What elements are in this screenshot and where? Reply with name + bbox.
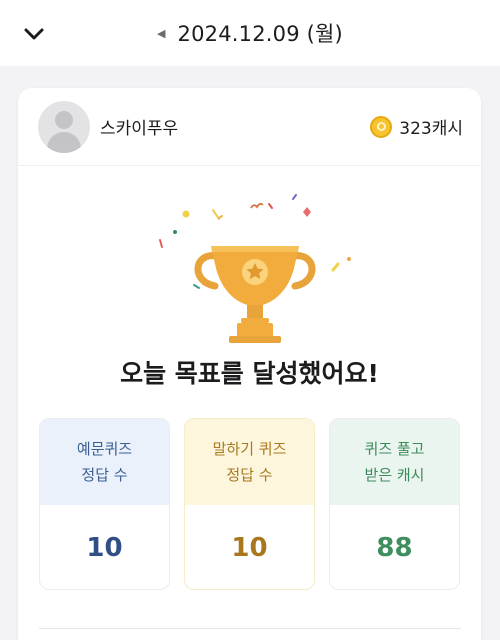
collapse-button[interactable]	[20, 20, 48, 48]
username: 스카이푸우	[100, 119, 179, 139]
stat-value: 10	[86, 533, 123, 563]
stat-card-earned-cash: 퀴즈 풀고 받은 캐시 88	[329, 418, 460, 590]
stat-label-line2: 정답 수	[226, 466, 273, 484]
stat-label-line1: 말하기 퀴즈	[212, 440, 287, 458]
stat-value: 10	[231, 533, 268, 563]
avatar	[38, 100, 90, 153]
stat-label-line2: 받은 캐시	[364, 466, 425, 484]
divider	[39, 628, 461, 629]
stat-label: 예문퀴즈 정답 수	[40, 419, 169, 505]
daily-goal-card: 스카이푸우 323캐시 오늘 목표를 달성했어요! 예문퀴즈 정답 수 10 말…	[18, 88, 481, 640]
goal-achieved-message: 오늘 목표를 달성했어요!	[120, 359, 379, 388]
trophy-illustration	[18, 166, 481, 361]
cash-amount: 323캐시	[399, 119, 463, 139]
stat-label-line2: 정답 수	[81, 466, 128, 484]
date-label: 2024.12.09 (월)	[177, 22, 343, 46]
stat-label: 말하기 퀴즈 정답 수	[185, 419, 314, 505]
cash-balance: 323캐시	[370, 114, 463, 139]
stat-value: 88	[376, 533, 413, 563]
stat-card-speaking-quiz: 말하기 퀴즈 정답 수 10	[184, 418, 315, 590]
stats-row: 예문퀴즈 정답 수 10 말하기 퀴즈 정답 수 10 퀴즈 풀고 받은 캐시 …	[39, 418, 461, 590]
coin-icon	[370, 115, 393, 138]
profile-row: 스카이푸우 323캐시	[18, 88, 481, 166]
stat-card-example-quiz: 예문퀴즈 정답 수 10	[39, 418, 170, 590]
top-bar: ◀ 2024.12.09 (월)	[0, 0, 500, 66]
stat-label-line1: 예문퀴즈	[76, 440, 133, 458]
chevron-down-icon	[24, 28, 44, 40]
trophy-icon	[159, 194, 351, 343]
caret-left-icon[interactable]: ◀	[157, 27, 165, 40]
stat-label: 퀴즈 풀고 받은 캐시	[330, 419, 459, 505]
stat-label-line1: 퀴즈 풀고	[364, 440, 425, 458]
date-navigator: ◀ 2024.12.09 (월)	[157, 18, 343, 48]
